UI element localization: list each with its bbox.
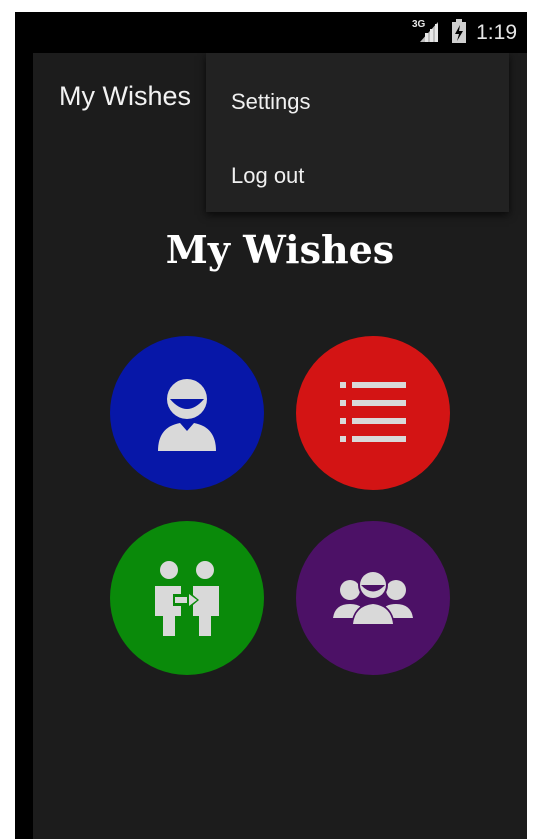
app-screen: My Wishes My Wishes Settings Log out xyxy=(33,53,527,839)
list-icon xyxy=(338,378,408,448)
signal-icon: 3G xyxy=(412,18,442,49)
profile-icon xyxy=(150,373,224,453)
status-bar: 3G 1:19 xyxy=(15,12,527,53)
device-frame: 3G 1:19 My Wishes My Wishes Settings Log… xyxy=(15,12,527,839)
status-icons: 3G 1:19 xyxy=(412,18,517,49)
menu-item-settings[interactable]: Settings xyxy=(206,65,509,139)
status-time: 1:19 xyxy=(476,21,517,44)
battery-charging-icon xyxy=(452,18,467,49)
share-with-person-icon xyxy=(147,558,227,638)
overflow-menu: Settings Log out xyxy=(206,53,509,212)
network-type-label: 3G xyxy=(412,19,426,30)
profile-button[interactable] xyxy=(110,336,264,490)
friends-group-icon xyxy=(333,566,413,630)
wish-list-button[interactable] xyxy=(296,336,450,490)
page-title: My Wishes xyxy=(165,227,395,272)
friends-button[interactable] xyxy=(296,521,450,675)
share-wishes-button[interactable] xyxy=(110,521,264,675)
menu-item-log-out[interactable]: Log out xyxy=(206,139,509,213)
app-title: My Wishes xyxy=(59,81,192,111)
